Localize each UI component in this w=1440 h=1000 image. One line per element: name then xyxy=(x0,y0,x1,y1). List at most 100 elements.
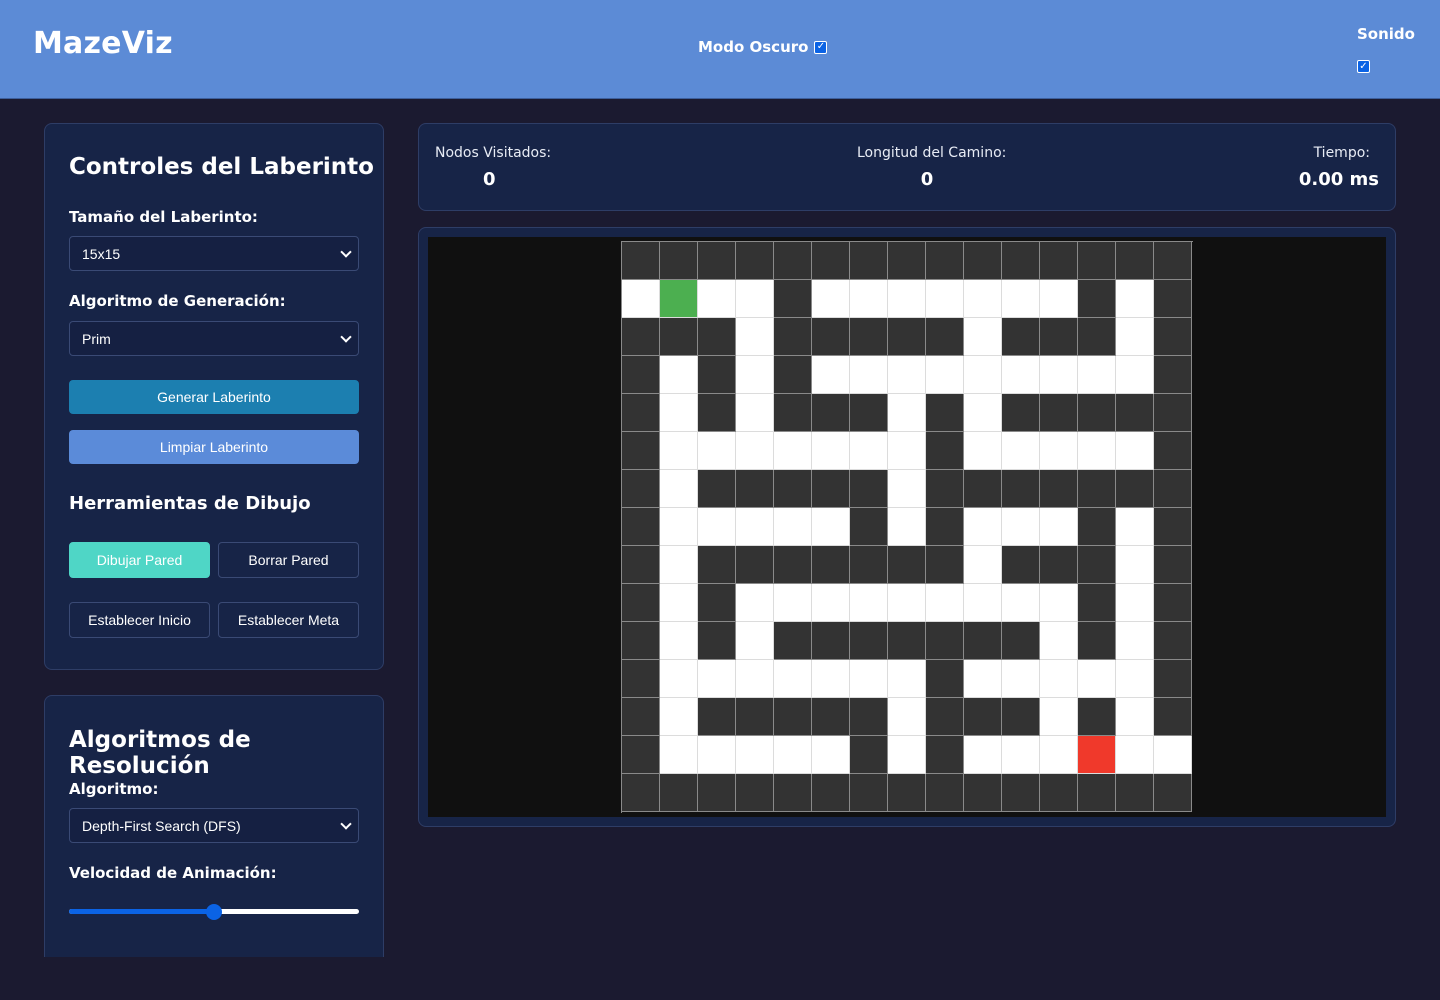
maze-cell-wall[interactable] xyxy=(622,584,660,622)
maze-cell-wall[interactable] xyxy=(964,622,1002,660)
maze-cell-path[interactable] xyxy=(736,280,774,318)
maze-cell-wall[interactable] xyxy=(926,622,964,660)
maze-cell-wall[interactable] xyxy=(888,318,926,356)
maze-cell-wall[interactable] xyxy=(1078,546,1116,584)
maze-cell-wall[interactable] xyxy=(698,318,736,356)
maze-cell-wall[interactable] xyxy=(1154,432,1192,470)
maze-cell-path[interactable] xyxy=(964,356,1002,394)
solver-algo-select[interactable]: Depth-First Search (DFS) xyxy=(69,808,359,843)
maze-cell-path[interactable] xyxy=(1116,660,1154,698)
maze-cell-path[interactable] xyxy=(736,318,774,356)
maze-cell-wall[interactable] xyxy=(1002,622,1040,660)
maze-cell-path[interactable] xyxy=(1078,432,1116,470)
maze-cell-wall[interactable] xyxy=(1154,318,1192,356)
maze-cell-wall[interactable] xyxy=(1154,242,1192,280)
maze-cell-path[interactable] xyxy=(698,280,736,318)
maze-cell-path[interactable] xyxy=(1040,508,1078,546)
maze-cell-wall[interactable] xyxy=(1078,508,1116,546)
dark-mode-checkbox[interactable]: ✓ xyxy=(814,40,828,54)
maze-cell-wall[interactable] xyxy=(1078,394,1116,432)
maze-cell-wall[interactable] xyxy=(774,698,812,736)
maze-cell-wall[interactable] xyxy=(774,394,812,432)
maze-cell-path[interactable] xyxy=(660,736,698,774)
maze-cell-path[interactable] xyxy=(1116,736,1154,774)
maze-cell-path[interactable] xyxy=(1116,508,1154,546)
maze-cell-path[interactable] xyxy=(736,508,774,546)
maze-cell-wall[interactable] xyxy=(622,356,660,394)
maze-cell-path[interactable] xyxy=(1040,622,1078,660)
maze-cell-wall[interactable] xyxy=(812,394,850,432)
maze-cell-wall[interactable] xyxy=(736,546,774,584)
set-start-button[interactable]: Establecer Inicio xyxy=(69,602,210,638)
maze-cell-wall[interactable] xyxy=(850,470,888,508)
maze-cell-wall[interactable] xyxy=(622,660,660,698)
maze-cell-path[interactable] xyxy=(660,584,698,622)
maze-cell-wall[interactable] xyxy=(1154,584,1192,622)
maze-cell-path[interactable] xyxy=(1116,432,1154,470)
maze-cell-path[interactable] xyxy=(964,318,1002,356)
maze-cell-path[interactable] xyxy=(1116,698,1154,736)
maze-cell-path[interactable] xyxy=(660,546,698,584)
maze-cell-wall[interactable] xyxy=(622,736,660,774)
maze-cell-path[interactable] xyxy=(660,394,698,432)
maze-cell-wall[interactable] xyxy=(774,546,812,584)
maze-cell-wall[interactable] xyxy=(1078,622,1116,660)
maze-cell-wall[interactable] xyxy=(736,774,774,812)
maze-cell-wall[interactable] xyxy=(812,318,850,356)
maze-cell-wall[interactable] xyxy=(1002,318,1040,356)
maze-cell-path[interactable] xyxy=(1154,736,1192,774)
maze-cell-path[interactable] xyxy=(1040,280,1078,318)
maze-cell-wall[interactable] xyxy=(926,508,964,546)
maze-cell-path[interactable] xyxy=(660,698,698,736)
maze-cell-wall[interactable] xyxy=(1002,698,1040,736)
maze-cell-path[interactable] xyxy=(698,508,736,546)
maze-cell-path[interactable] xyxy=(888,698,926,736)
maze-cell-wall[interactable] xyxy=(622,318,660,356)
maze-cell-wall[interactable] xyxy=(888,242,926,280)
maze-cell-wall[interactable] xyxy=(622,470,660,508)
maze-cell-path[interactable] xyxy=(736,622,774,660)
maze-cell-wall[interactable] xyxy=(622,242,660,280)
maze-cell-path[interactable] xyxy=(1040,584,1078,622)
maze-cell-path[interactable] xyxy=(888,736,926,774)
maze-cell-wall[interactable] xyxy=(774,470,812,508)
maze-cell-wall[interactable] xyxy=(698,242,736,280)
maze-cell-wall[interactable] xyxy=(964,470,1002,508)
generate-maze-button[interactable]: Generar Laberinto xyxy=(69,380,359,414)
erase-wall-button[interactable]: Borrar Pared xyxy=(218,542,359,578)
maze-cell-path[interactable] xyxy=(812,508,850,546)
maze-cell-wall[interactable] xyxy=(926,470,964,508)
maze-cell-path[interactable] xyxy=(850,660,888,698)
maze-cell-path[interactable] xyxy=(1078,356,1116,394)
maze-cell-wall[interactable] xyxy=(698,546,736,584)
maze-cell-wall[interactable] xyxy=(1154,470,1192,508)
maze-cell-path[interactable] xyxy=(660,660,698,698)
maze-cell-wall[interactable] xyxy=(926,242,964,280)
gen-algo-select[interactable]: Prim xyxy=(69,321,359,356)
maze-cell-path[interactable] xyxy=(774,508,812,546)
maze-cell-path[interactable] xyxy=(1040,660,1078,698)
maze-cell-path[interactable] xyxy=(812,280,850,318)
maze-cell-wall[interactable] xyxy=(774,356,812,394)
maze-cell-wall[interactable] xyxy=(888,622,926,660)
maze-cell-path[interactable] xyxy=(850,432,888,470)
maze-cell-wall[interactable] xyxy=(736,242,774,280)
maze-cell-wall[interactable] xyxy=(812,622,850,660)
maze-cell-path[interactable] xyxy=(1002,432,1040,470)
maze-cell-wall[interactable] xyxy=(964,698,1002,736)
maze-size-select[interactable]: 15x15 xyxy=(69,236,359,271)
maze-cell-path[interactable] xyxy=(774,736,812,774)
maze-cell-path[interactable] xyxy=(660,432,698,470)
maze-cell-wall[interactable] xyxy=(812,698,850,736)
maze-cell-wall[interactable] xyxy=(698,356,736,394)
maze-cell-path[interactable] xyxy=(1002,660,1040,698)
maze-cell-wall[interactable] xyxy=(1116,774,1154,812)
maze-cell-wall[interactable] xyxy=(1154,546,1192,584)
maze-cell-wall[interactable] xyxy=(660,774,698,812)
maze-cell-wall[interactable] xyxy=(660,242,698,280)
maze-cell-path[interactable] xyxy=(622,280,660,318)
maze-cell-path[interactable] xyxy=(888,432,926,470)
maze-cell-path[interactable] xyxy=(774,584,812,622)
draw-wall-button[interactable]: Dibujar Pared xyxy=(69,542,210,578)
maze-cell-wall[interactable] xyxy=(850,736,888,774)
